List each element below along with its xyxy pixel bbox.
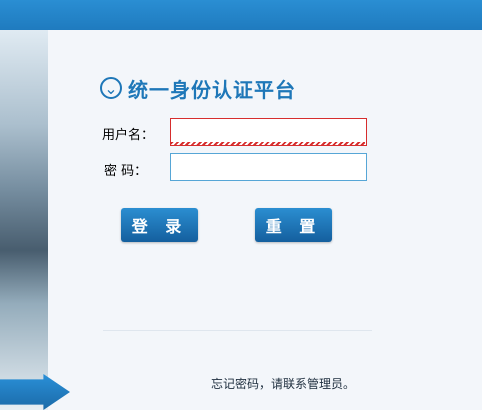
chevron-down-circle-icon: ⌄ <box>100 77 122 99</box>
username-label: 用户名： <box>102 128 155 143</box>
spellcheck-underline <box>171 142 365 146</box>
page-title-area: ⌄ 统一身份认证平台 <box>100 71 320 105</box>
password-label: 密 码： <box>104 164 148 179</box>
background-image <box>0 30 48 410</box>
top-banner <box>0 0 482 30</box>
section-divider <box>103 330 372 331</box>
reset-button[interactable]: 重 置 <box>255 208 332 242</box>
forgot-password-note: 忘记密码，请联系管理员。 <box>211 377 356 391</box>
password-input[interactable] <box>170 153 367 181</box>
login-button[interactable]: 登 录 <box>121 208 198 242</box>
page-title: 统一身份认证平台 <box>128 77 296 102</box>
